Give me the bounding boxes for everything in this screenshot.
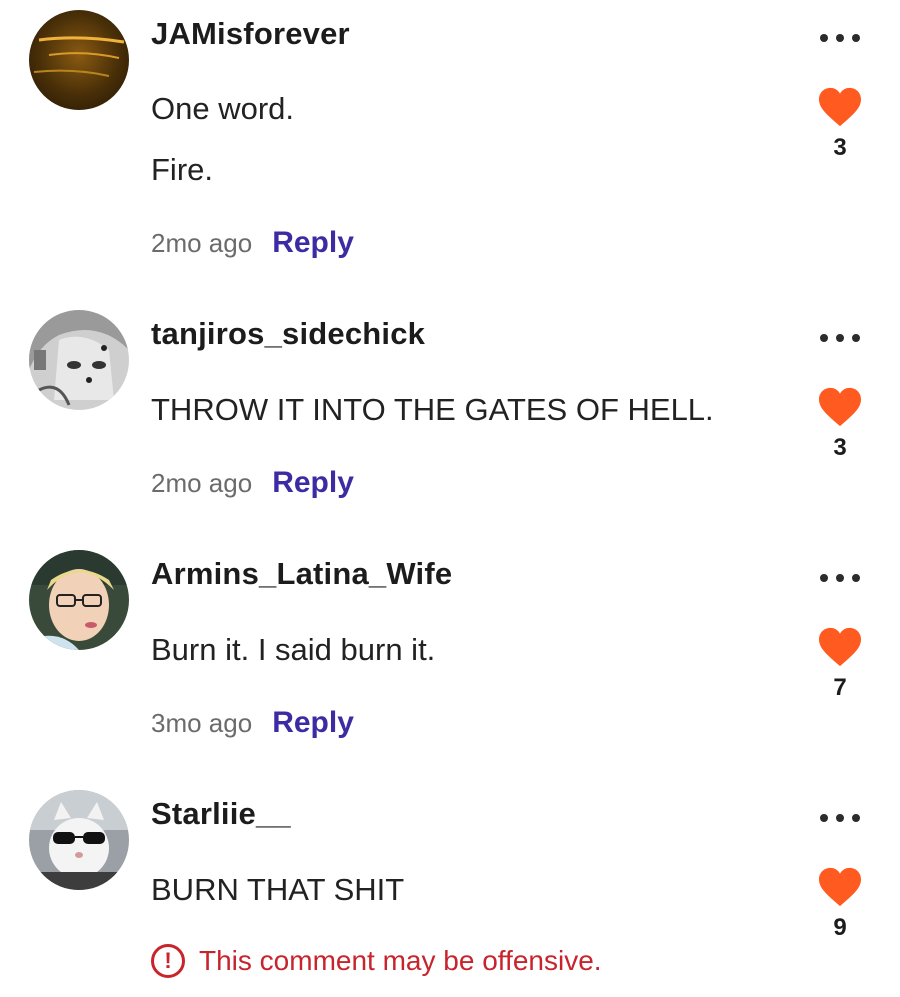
avatar[interactable] <box>29 790 129 890</box>
like-button[interactable]: 7 <box>816 626 864 702</box>
reply-button[interactable]: Reply <box>272 226 354 260</box>
username[interactable]: JAMisforever <box>151 16 350 52</box>
comment-text-line: THROW IT INTO THE GATES OF HELL. <box>151 392 714 427</box>
avatar[interactable] <box>29 310 129 410</box>
more-options-icon[interactable] <box>820 811 860 825</box>
avatar-image <box>29 790 129 890</box>
comment-text-line: One word. <box>151 91 295 126</box>
like-count: 3 <box>833 134 847 161</box>
heart-icon <box>819 867 861 907</box>
timestamp: 2mo ago <box>151 468 253 498</box>
like-count: 3 <box>833 434 847 461</box>
like-button[interactable]: 3 <box>816 386 864 462</box>
avatar-image <box>29 550 129 650</box>
comment-text-line: BURN THAT SHIT <box>151 872 405 907</box>
like-count: 9 <box>833 914 847 941</box>
like-button[interactable]: 3 <box>816 86 864 162</box>
more-options-icon[interactable] <box>820 31 860 45</box>
reply-button[interactable]: Reply <box>272 706 354 740</box>
username[interactable]: Starliie__ <box>151 796 291 832</box>
heart-icon <box>819 387 861 427</box>
username[interactable]: tanjiros_sidechick <box>151 316 425 352</box>
avatar[interactable] <box>29 10 129 110</box>
comment-text-line: Burn it. I said burn it. <box>151 632 436 667</box>
more-options-icon[interactable] <box>820 571 860 585</box>
timestamp: 2mo ago <box>151 228 253 258</box>
username[interactable]: Armins_Latina_Wife <box>151 556 452 592</box>
avatar[interactable] <box>29 550 129 650</box>
comment-meta: 2mo ago Reply <box>151 226 354 260</box>
avatar-image <box>29 310 129 410</box>
heart-icon <box>819 87 861 127</box>
comment-meta: 2mo ago Reply <box>151 466 354 500</box>
warning-text[interactable]: This comment may be offensive. <box>199 945 602 977</box>
like-count: 7 <box>833 674 847 701</box>
avatar-image <box>29 10 129 110</box>
exclamation-circle-icon: ! <box>151 944 185 978</box>
comment-text-line: Fire. <box>151 152 213 187</box>
reply-button[interactable]: Reply <box>272 466 354 500</box>
like-button[interactable]: 9 <box>816 866 864 942</box>
heart-icon <box>819 627 861 667</box>
offensive-warning: ! This comment may be offensive. <box>151 944 602 978</box>
more-options-icon[interactable] <box>820 331 860 345</box>
comment-meta: 3mo ago Reply <box>151 706 354 740</box>
timestamp: 3mo ago <box>151 708 253 738</box>
